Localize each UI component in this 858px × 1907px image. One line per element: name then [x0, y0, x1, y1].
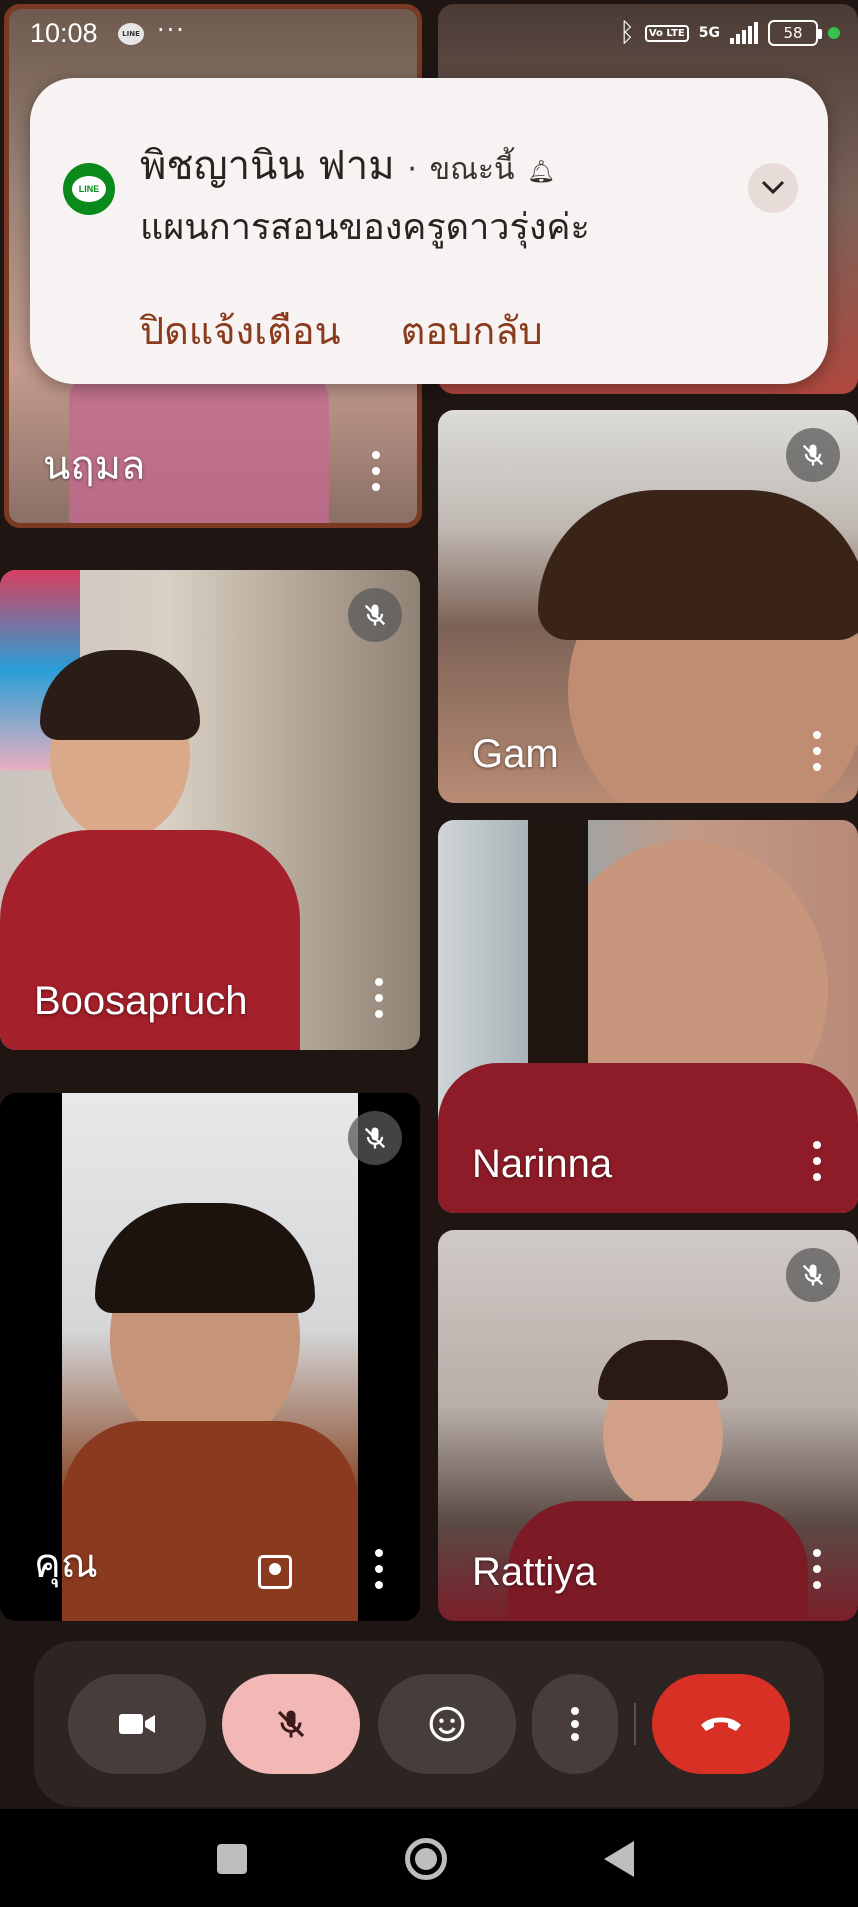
more-options-icon[interactable]: [371, 451, 381, 491]
line-icon: LINE: [118, 23, 144, 45]
chevron-down-icon: [761, 180, 785, 195]
more-options-icon[interactable]: [374, 1549, 384, 1589]
hang-up-button[interactable]: [652, 1674, 790, 1774]
participant-name: คุณ: [34, 1542, 98, 1586]
mic-off-icon: [786, 428, 840, 482]
participant-tile[interactable]: Rattiya: [438, 1230, 858, 1621]
system-nav-bar: [0, 1809, 858, 1907]
participant-tile[interactable]: Narinna: [438, 820, 858, 1213]
camera-icon: [119, 1714, 155, 1734]
back-button[interactable]: [604, 1841, 634, 1877]
status-time: 10:08: [30, 18, 98, 48]
status-more: ···: [157, 16, 186, 44]
bluetooth-icon: ᛒ: [619, 18, 635, 48]
more-options-icon[interactable]: [812, 731, 822, 771]
recents-button[interactable]: [217, 1844, 247, 1874]
status-bar: 10:08 LINE ··· ᛒ Vo LTE 5G 58: [0, 0, 858, 70]
expand-notification-button[interactable]: [748, 163, 798, 213]
volte-icon: Vo LTE: [644, 24, 689, 42]
signal-icon: [730, 22, 758, 44]
emoji-icon: [429, 1706, 465, 1742]
camera-toggle-button[interactable]: [68, 1674, 206, 1774]
participant-name: Rattiya: [472, 1550, 597, 1594]
more-vert-icon: [571, 1707, 579, 1741]
participant-name: นฤมล: [43, 444, 146, 488]
notification-separator: ·: [407, 152, 417, 187]
reply-button[interactable]: ตอบกลับ: [401, 300, 543, 361]
more-options-icon[interactable]: [812, 1549, 822, 1589]
notification-header: พิชญานิน ฟาม · ขณะนี้ 🔔︎: [140, 133, 555, 197]
participant-tile[interactable]: Boosapruch: [0, 570, 420, 1050]
line-notification[interactable]: LINE พิชญานิน ฟาม · ขณะนี้ 🔔︎ แผนการสอนข…: [30, 78, 828, 384]
mic-off-icon: [348, 588, 402, 642]
mic-off-icon: [277, 1710, 305, 1738]
portrait-effects-icon[interactable]: [258, 1555, 292, 1589]
more-options-button[interactable]: [532, 1674, 618, 1774]
participant-tile[interactable]: Gam: [438, 410, 858, 803]
dismiss-notification-button[interactable]: ปิดแจ้งเตือน: [140, 300, 341, 361]
notification-time: ขณะนี้: [429, 152, 515, 187]
battery-level: 58: [768, 20, 822, 46]
network-type: 5G: [698, 25, 720, 41]
line-app-icon: LINE: [63, 163, 115, 215]
participant-name: Gam: [472, 732, 559, 776]
participant-name: Narinna: [472, 1142, 613, 1186]
mic-off-icon: [348, 1111, 402, 1165]
more-options-icon[interactable]: [374, 978, 384, 1018]
controls-divider: [634, 1703, 636, 1745]
camera-indicator-icon: [828, 27, 840, 39]
home-button[interactable]: [405, 1838, 447, 1880]
hangup-icon: [701, 1717, 741, 1731]
microphone-toggle-button[interactable]: [222, 1674, 360, 1774]
more-options-icon[interactable]: [812, 1141, 822, 1181]
reactions-button[interactable]: [378, 1674, 516, 1774]
mic-off-icon: [786, 1248, 840, 1302]
bell-icon: 🔔︎: [527, 160, 556, 185]
call-controls: [34, 1641, 824, 1807]
notification-sender: พิชญานิน ฟาม: [140, 143, 395, 189]
participant-name: Boosapruch: [34, 979, 248, 1023]
notification-message: แผนการสอนของครูดาวรุ่งค่ะ: [140, 207, 590, 248]
participant-tile-self[interactable]: คุณ: [0, 1093, 420, 1621]
